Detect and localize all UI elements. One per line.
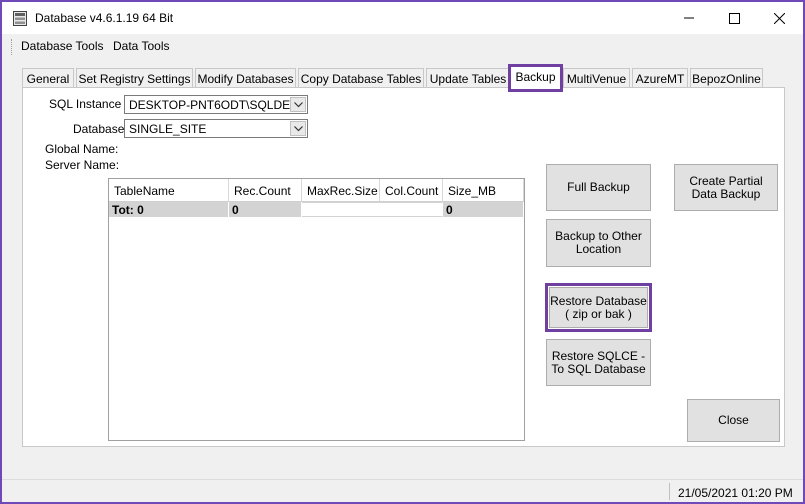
grid-header-maxrec-size[interactable]: MaxRec.Size [302,179,380,202]
tab-modify-databases[interactable]: Modify Databases [195,68,296,88]
app-window: Database v4.6.1.19 64 Bit Database Tools… [0,0,805,504]
maximize-button[interactable] [711,2,757,34]
grid-total-rec-count: 0 [229,202,302,217]
status-datetime: 21/05/2021 01:20 PM [678,486,793,500]
close-window-button[interactable] [756,2,802,34]
grid-header-tablename[interactable]: TableName [109,179,229,202]
minimize-button[interactable] [666,2,712,34]
status-bar: 21/05/2021 01:20 PM [2,479,803,502]
grid-total-tablename: Tot: 0 [109,202,229,217]
database-value: SINGLE_SITE [129,122,207,136]
maximize-icon [728,12,740,24]
create-partial-backup-button[interactable]: Create Partial Data Backup [674,164,778,211]
sql-instance-value: DESKTOP-PNT6ODT\SQLDE [129,98,291,112]
restore-sqlce-button[interactable]: Restore SQLCE - To SQL Database [546,339,651,386]
tab-set-registry-settings[interactable]: Set Registry Settings [76,68,193,88]
sql-instance-label: SQL Instance : [49,97,128,111]
database-combobox[interactable]: SINGLE_SITE [124,119,308,138]
chevron-down-icon [293,101,303,107]
grid-total-size-mb: 0 [443,202,524,217]
close-icon [773,12,785,24]
grid-header-col-count[interactable]: Col.Count [380,179,443,202]
minimize-icon [684,17,694,19]
restore-database-button[interactable]: Restore Database ( zip or bak ) [545,283,652,332]
full-backup-button[interactable]: Full Backup [546,164,651,211]
sql-instance-combobox[interactable]: DESKTOP-PNT6ODT\SQLDE [124,95,308,114]
menu-grip [11,39,13,55]
menu-data-tools[interactable]: Data Tools [113,39,169,53]
tab-backup[interactable]: Backup [508,64,563,92]
menu-bar: Database Tools Data Tools [2,34,803,58]
tab-multivenue[interactable]: MultiVenue [563,68,630,88]
menu-database-tools[interactable]: Database Tools [21,39,104,53]
grid-header-rec-count[interactable]: Rec.Count [229,179,302,202]
tab-general[interactable]: General [22,68,74,88]
chevron-down-icon [293,125,303,131]
database-app-icon [13,11,27,26]
tab-update-tables[interactable]: Update Tables [426,68,510,88]
grid-total-maxrec-size [302,202,443,217]
database-dropdown-button[interactable] [290,121,306,136]
close-button[interactable]: Close [687,399,780,442]
tab-bepozonline[interactable]: BepozOnline [690,68,763,88]
window-title: Database v4.6.1.19 64 Bit [35,11,174,25]
title-bar: Database v4.6.1.19 64 Bit [2,2,803,34]
tables-grid[interactable]: TableName Rec.Count MaxRec.Size Col.Coun… [108,178,525,441]
database-label: Database: [73,122,128,136]
tab-copy-database-tables[interactable]: Copy Database Tables [298,68,424,88]
grid-header-size-mb[interactable]: Size_MB [443,179,524,202]
global-name-label: Global Name: [45,142,119,156]
status-separator [669,483,670,500]
tab-azuremt[interactable]: AzureMT [632,68,688,88]
server-name-label: Server Name: [45,158,120,172]
backup-to-other-location-button[interactable]: Backup to Other Location [546,219,651,267]
sql-instance-dropdown-button[interactable] [290,97,306,112]
